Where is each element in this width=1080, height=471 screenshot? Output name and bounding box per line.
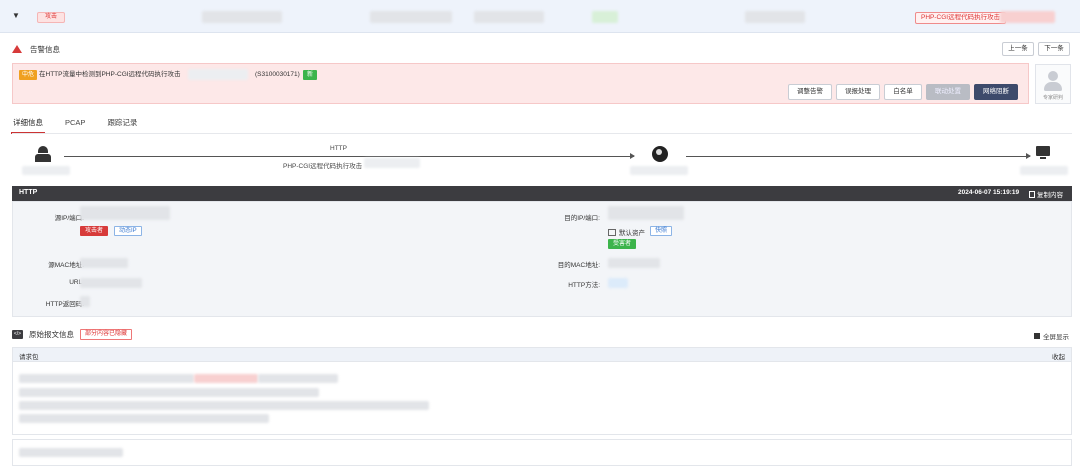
hidden-content-tag: 部分内容已隐藏: [80, 329, 133, 340]
event-timestamp: 2024-06-07 15:19:19: [958, 189, 1020, 196]
redacted-field: [19, 414, 269, 423]
dynamic-ip-chip[interactable]: 动态IP: [114, 226, 142, 236]
redacted-field: [19, 388, 319, 397]
redacted-field: [22, 166, 70, 175]
alert-message: 在HTTP流量中检测到PHP-CGI远程代码执行攻击: [39, 71, 181, 78]
flow-rule: PHP-CGI远程代码执行攻击: [283, 163, 363, 170]
attacker-icon: [34, 146, 52, 162]
collapse-button[interactable]: 收起: [1052, 351, 1065, 361]
redacted-field: [630, 166, 688, 175]
redacted-field: [80, 296, 90, 307]
redacted-field: [188, 69, 248, 80]
severity-badge: 中危: [19, 70, 38, 80]
request-packet-header: 请求包 收起: [13, 348, 1071, 362]
flow-arrow: [686, 153, 1031, 159]
request-packet-box: 请求包 收起: [12, 347, 1072, 435]
next-alarm-button[interactable]: 下一条: [1038, 42, 1070, 56]
flow-arrow: [64, 153, 635, 159]
collapse-caret-icon[interactable]: ▼: [12, 11, 20, 20]
tab-tracking[interactable]: 跟踪记录: [106, 117, 138, 131]
code-icon: </>: [12, 330, 23, 339]
copy-content-button[interactable]: 复制内容: [1029, 189, 1063, 199]
redacted-field: [592, 11, 618, 23]
redacted-field: [19, 374, 194, 383]
monitor-icon: [1036, 146, 1050, 159]
redacted-field: [608, 278, 628, 288]
http-response-code-label: HTTP返回码:: [45, 301, 84, 308]
alert-summary-row[interactable]: ▼ 攻击 PHP-CGI远程代码执行攻击: [0, 0, 1080, 33]
redacted-field: [80, 258, 128, 268]
attacker-node: [34, 146, 52, 162]
http-method-label: HTTP方法:: [568, 282, 600, 289]
network-block-button[interactable]: 网络阻断: [974, 84, 1018, 100]
fullscreen-icon: [1034, 333, 1040, 339]
response-packet-box: [12, 439, 1072, 466]
redacted-field: [745, 11, 805, 23]
raw-message-title: </> 原始报文信息 部分内容已隐藏: [12, 329, 133, 340]
url-label: URL:: [69, 279, 84, 286]
copy-icon: [1029, 190, 1035, 198]
dst-ip-label: 目的IP/端口:: [564, 215, 600, 222]
src-mac-label: 源MAC地址:: [48, 262, 84, 269]
linkage-button[interactable]: 联动处置: [926, 84, 970, 100]
src-ip-label: 源IP/端口:: [54, 215, 84, 222]
alarm-section-title: 告警信息: [12, 42, 60, 56]
rule-tag: PHP-CGI远程代码执行攻击: [915, 12, 1007, 24]
tab-pcap[interactable]: PCAP: [64, 117, 86, 131]
victim-node: [1036, 146, 1050, 159]
redacted-field: [80, 206, 170, 220]
globe-icon: [652, 146, 668, 162]
flow-protocol: HTTP: [330, 145, 347, 152]
expert-judgement-button[interactable]: 专家研判: [1035, 64, 1071, 104]
internet-node: [652, 146, 668, 162]
http-header-bar: HTTP 2024-06-07 15:19:19 复制内容: [12, 186, 1072, 201]
asset-icon: [608, 228, 616, 236]
warning-icon: [12, 45, 22, 53]
tab-divider: [12, 133, 1072, 134]
redacted-field: [1000, 11, 1055, 23]
expert-avatar-icon: [1048, 71, 1058, 81]
attack-tag: 攻击: [37, 12, 66, 23]
rule-id: (S3100030171): [255, 71, 300, 78]
redacted-field: [194, 374, 258, 383]
snapshot-chip[interactable]: 快照: [650, 226, 673, 236]
attacker-chip: 攻击者: [80, 226, 109, 236]
tab-details[interactable]: 详细信息: [11, 117, 45, 134]
redacted-field: [19, 448, 123, 457]
request-packet-label: 请求包: [19, 354, 39, 361]
redacted-field: [1020, 166, 1068, 175]
redacted-field: [370, 11, 452, 23]
redacted-field: [80, 278, 142, 288]
whitelist-button[interactable]: 白名单: [884, 84, 922, 100]
redacted-field: [19, 401, 429, 410]
new-badge: 新: [303, 70, 318, 80]
redacted-field: [364, 158, 420, 168]
adjust-alarm-button[interactable]: 调整告警: [788, 84, 832, 100]
redacted-field: [202, 11, 282, 23]
prev-alarm-button[interactable]: 上一条: [1002, 42, 1034, 56]
redacted-field: [608, 258, 660, 268]
victim-chip: 受害者: [608, 239, 637, 249]
default-asset: 默认资产: [608, 227, 645, 237]
dst-mac-label: 目的MAC地址:: [557, 262, 600, 269]
redacted-field: [258, 374, 338, 383]
fullscreen-button[interactable]: 全屏显示: [1034, 331, 1069, 341]
redacted-field: [474, 11, 544, 23]
redacted-field: [608, 206, 684, 220]
false-positive-button[interactable]: 误报处理: [836, 84, 880, 100]
detail-tabs: 详细信息 PCAP 跟踪记录: [11, 117, 138, 134]
http-title: HTTP: [19, 189, 38, 196]
